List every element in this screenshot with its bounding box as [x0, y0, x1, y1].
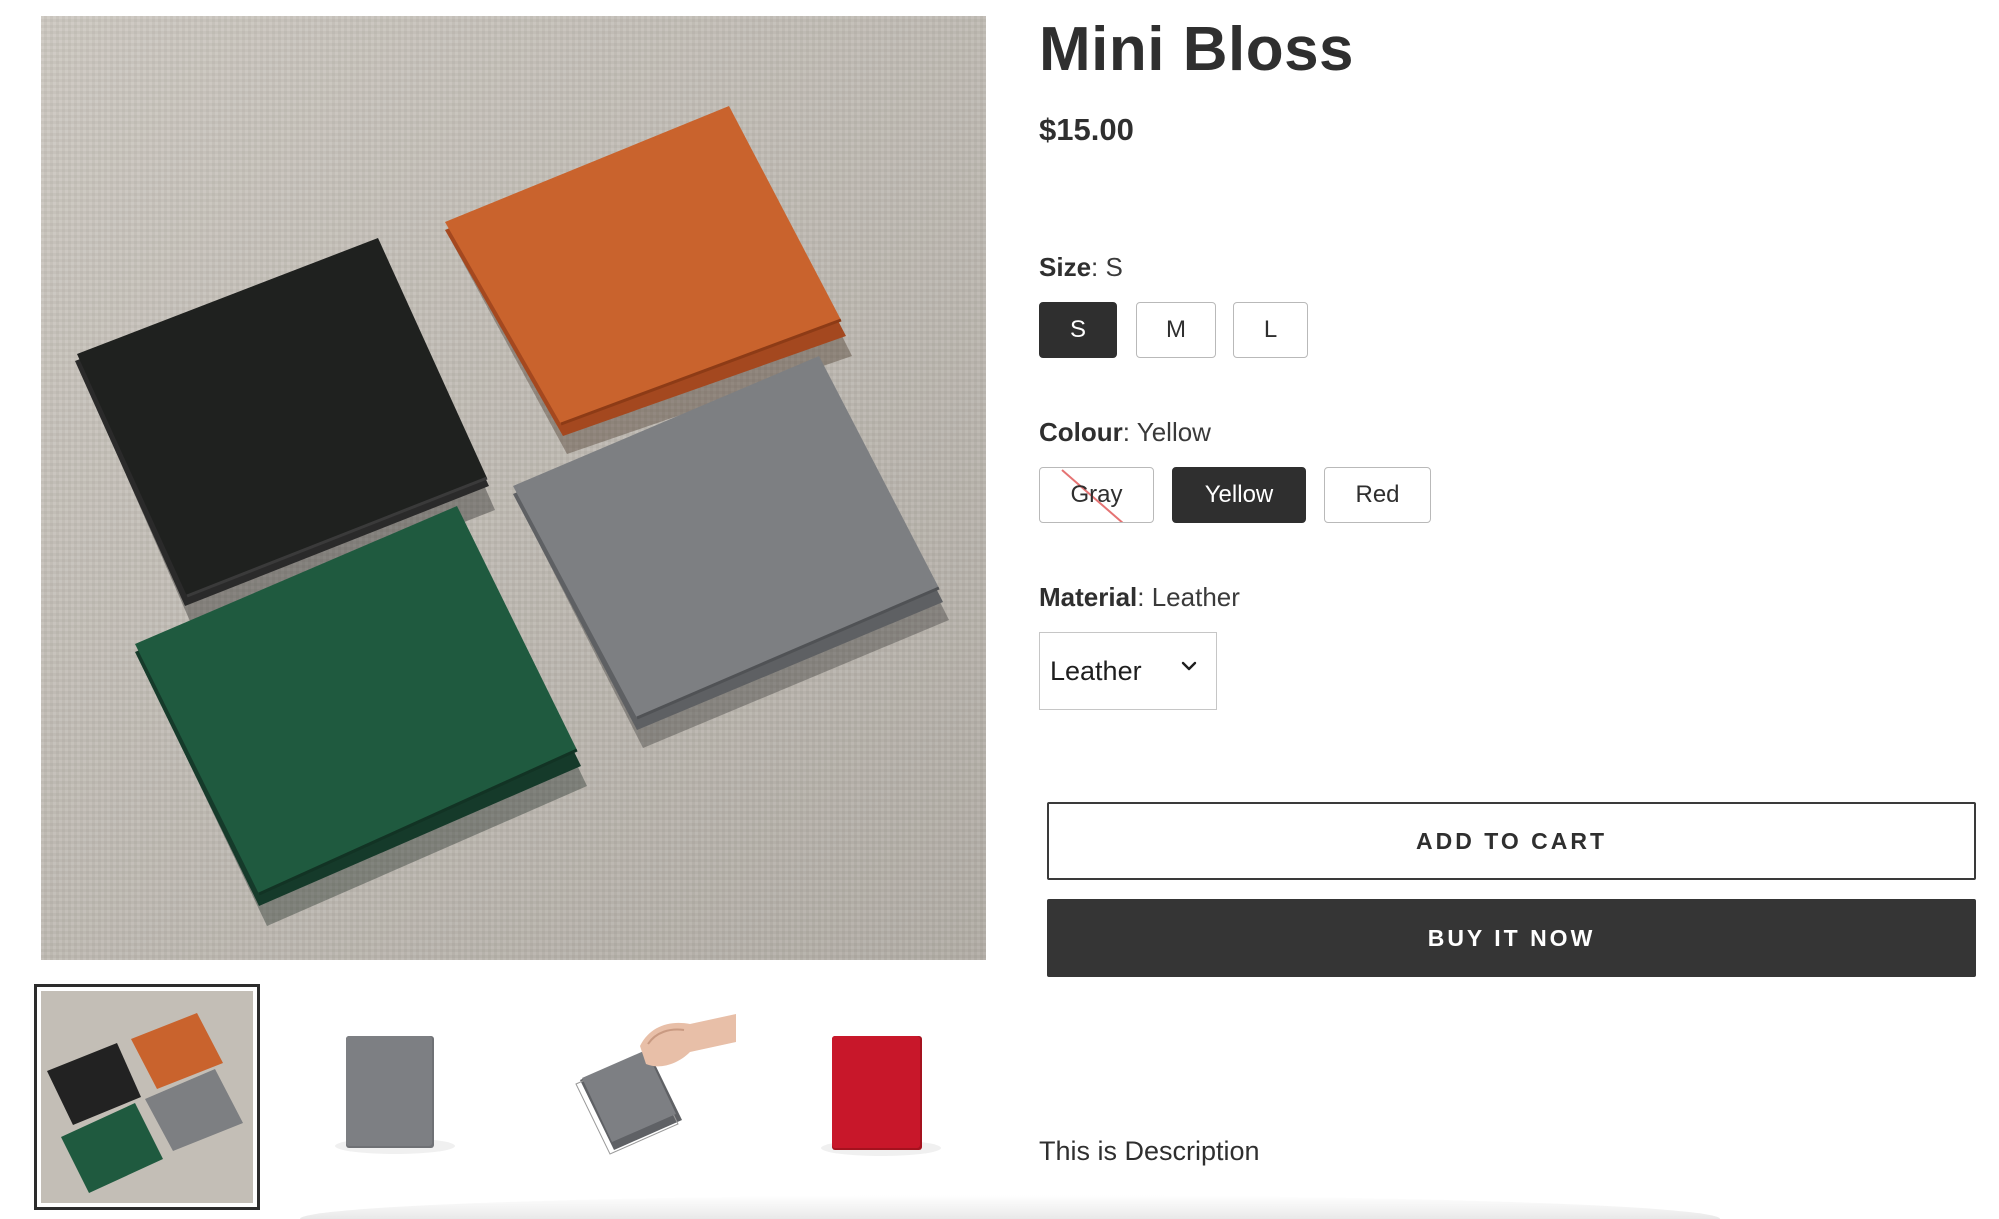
colour-option-label: Yellow: [1204, 481, 1274, 508]
chevron-down-icon: [1181, 661, 1197, 671]
colour-label-value: Yellow: [1136, 417, 1211, 447]
colour-option-label: Red: [1355, 481, 1400, 508]
product-main-image[interactable]: [41, 16, 986, 960]
size-option-l[interactable]: L: [1233, 302, 1308, 358]
add-to-cart-button[interactable]: ADD TO CART: [1047, 802, 1976, 880]
product-price: $15.00: [1039, 112, 1134, 147]
thumbnail-hand-holding-wallet[interactable]: [520, 984, 746, 1210]
colour-label-name: Colour: [1039, 417, 1123, 447]
colour-label: Colour: Yellow: [1039, 417, 1211, 447]
material-label-name: Material: [1039, 582, 1138, 612]
buy-it-now-button[interactable]: BUY IT NOW: [1047, 899, 1976, 977]
material-label-value: Leather: [1151, 582, 1240, 612]
product-description: This is Description: [1039, 1136, 1260, 1166]
buy-it-now-label: BUY IT NOW: [1427, 924, 1596, 951]
colour-option-label: Gray: [1070, 481, 1123, 508]
size-label: Size: S: [1039, 252, 1123, 282]
material-select[interactable]: Leather: [1039, 632, 1217, 710]
size-option-label: M: [1166, 316, 1186, 343]
product-title: Mini Bloss: [1039, 15, 1355, 84]
material-label: Material: Leather: [1039, 582, 1240, 612]
thumbnail-strip: [34, 984, 994, 1210]
thumbnail-red-wallet[interactable]: [763, 984, 989, 1210]
thumbnail-gray-wallet[interactable]: [277, 984, 503, 1210]
size-label-name: Size: [1039, 252, 1092, 282]
size-option-label: L: [1263, 316, 1278, 343]
colour-option-gray[interactable]: Gray: [1039, 467, 1154, 523]
thumbnail-wallets-four-colors[interactable]: [34, 984, 260, 1210]
material-select-value: Leather: [1050, 655, 1142, 686]
colour-option-red[interactable]: Red: [1324, 467, 1431, 523]
colour-option-yellow[interactable]: Yellow: [1172, 467, 1306, 523]
size-option-s[interactable]: S: [1039, 302, 1117, 358]
size-option-m[interactable]: M: [1136, 302, 1216, 358]
size-option-label: S: [1069, 316, 1086, 343]
size-label-value: S: [1105, 252, 1123, 282]
add-to-cart-label: ADD TO CART: [1415, 827, 1607, 854]
